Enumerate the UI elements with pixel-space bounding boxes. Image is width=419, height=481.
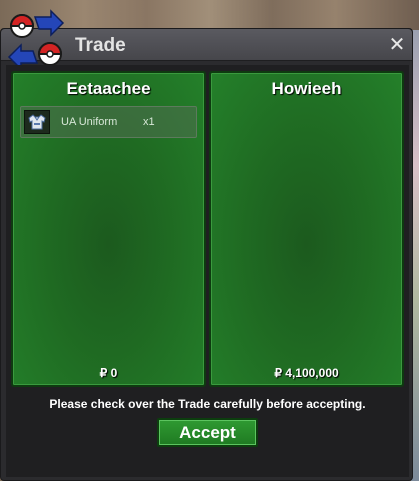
left-trade-panel: Eetaachee UA Uniform x1 ₽ 0 [11,71,206,387]
item-name: UA Uniform [61,116,118,128]
uniform-shirt-icon [28,114,46,130]
trade-window: Trade ✕ Eetaachee UA Uniform x1 ₽ 0 Howi… [0,9,413,481]
close-button[interactable]: ✕ [386,33,408,55]
right-trade-panel: Howieeh ₽ 4,100,000 [209,71,404,387]
item-quantity: x1 [143,116,155,128]
right-player-name: Howieeh [271,79,342,98]
trade-item-row[interactable]: UA Uniform x1 [20,106,197,138]
accept-button[interactable]: Accept [157,418,258,447]
trade-warning-text: Please check over the Trade carefully be… [49,397,366,411]
item-slot [24,110,50,134]
left-money-offer: ₽ 0 [99,366,118,380]
right-money-offer: ₽ 4,100,000 [274,366,339,380]
left-player-name: Eetaachee [66,79,151,98]
trade-swap-icon [7,9,65,71]
window-title: Trade [75,35,126,56]
trade-content: Eetaachee UA Uniform x1 ₽ 0 Howieeh ₽ 4,… [6,65,409,477]
